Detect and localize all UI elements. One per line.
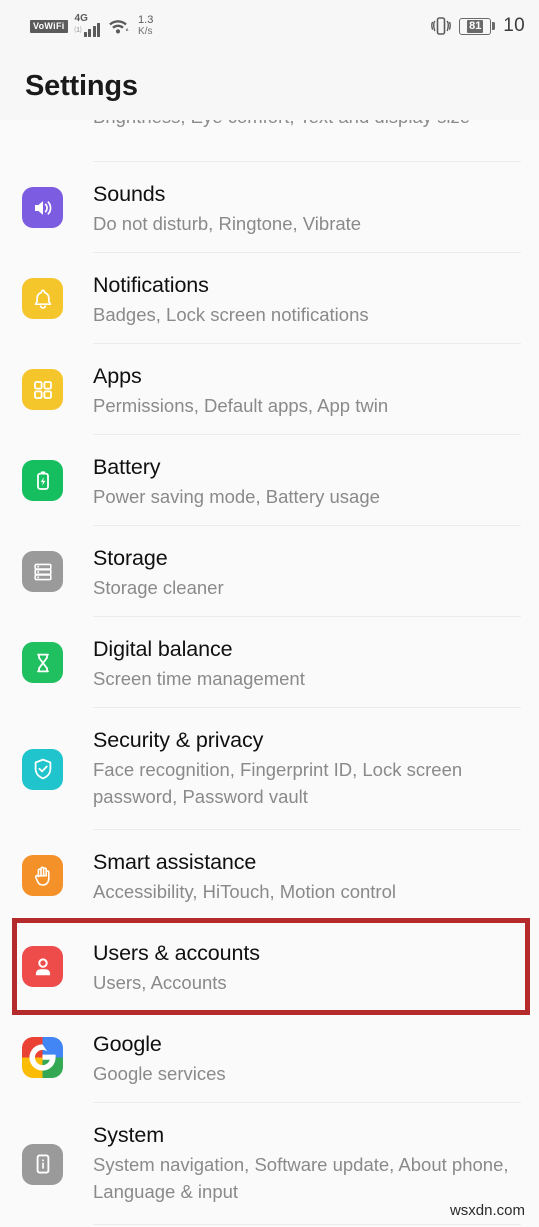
list-item-title: Sounds — [93, 182, 166, 206]
list-item-text-cell: Notifications Badges, Lock screen notific… — [93, 253, 521, 344]
list-item-text-cell: Smart assistance Accessibility, HiTouch, … — [93, 830, 521, 921]
status-bar-right: 81 10 — [431, 15, 525, 37]
list-item-subtitle: Screen time management — [93, 668, 305, 689]
list-item-google[interactable]: Google Google services — [0, 1012, 539, 1103]
list-item-icon-cell — [22, 460, 93, 501]
list-item-title: Notifications — [93, 273, 209, 297]
list-item-subtitle: Accessibility, HiTouch, Motion control — [93, 881, 396, 902]
battery-body: 81 — [459, 17, 492, 35]
list-item-smart-assistance[interactable]: Smart assistance Accessibility, HiTouch, … — [0, 830, 539, 921]
battery-bolt-icon — [22, 460, 63, 501]
list-item-text-cell: Digital balance Screen time management — [93, 617, 521, 708]
battery-icon: 81 — [459, 17, 496, 35]
list-item-subtitle: Face recognition, Fingerprint ID, Lock s… — [93, 759, 463, 807]
list-item-icon-cell — [22, 187, 93, 228]
list-item-title: Storage — [93, 546, 168, 570]
list-item-icon-cell — [22, 278, 93, 319]
list-item-title: Digital balance — [93, 637, 233, 661]
list-item-sounds[interactable]: Sounds Do not disturb, Ringtone, Vibrate — [0, 162, 539, 253]
list-item-icon-cell — [22, 551, 93, 592]
list-item-subtitle: Brightness, Eye comfort, Text and displa… — [93, 120, 470, 128]
status-bar: VoWiFi 4G ⑴ 1.3 K/s 81 10 — [0, 0, 539, 52]
list-item-battery[interactable]: Battery Power saving mode, Battery usage — [0, 435, 539, 526]
list-item-digital-balance[interactable]: Digital balance Screen time management — [0, 617, 539, 708]
list-item-text-cell: Apps Permissions, Default apps, App twin — [93, 344, 521, 435]
list-item-subtitle: Storage cleaner — [93, 577, 224, 598]
list-item-subtitle: Permissions, Default apps, App twin — [93, 395, 389, 416]
shield-check-icon — [22, 748, 63, 790]
battery-percent-label: 81 — [467, 19, 484, 33]
list-item-text-cell: Security & privacy Face recognition, Fing… — [93, 708, 521, 826]
network-type-label: 4G — [74, 13, 88, 24]
storage-stack-icon — [22, 551, 63, 592]
page-title: Settings — [25, 69, 138, 102]
list-item-notifications[interactable]: Notifications Badges, Lock screen notific… — [0, 253, 539, 344]
list-item-apps[interactable]: Apps Permissions, Default apps, App twin — [0, 344, 539, 435]
wifi-icon — [107, 17, 129, 35]
hourglass-icon — [22, 642, 63, 683]
list-item-text-cell: Users & accounts Users, Accounts — [93, 921, 521, 1012]
list-item-text-cell: Google Google services — [93, 1012, 521, 1103]
list-item-text-cell: Sounds Do not disturb, Ringtone, Vibrate — [93, 162, 521, 253]
list-item-title: Smart assistance — [93, 850, 257, 874]
network-sub-label: ⑴ — [74, 27, 82, 34]
list-item-icon-cell — [22, 642, 93, 683]
cellular-signal-icon: 4G ⑴ — [74, 13, 101, 37]
grid-squares-icon — [22, 369, 63, 410]
settings-list[interactable]: Brightness, Eye comfort, Text and displa… — [0, 120, 539, 1225]
list-item-title: Battery — [93, 455, 161, 479]
watermark: wsxdn.com — [449, 1202, 525, 1219]
list-item-icon-cell — [22, 1143, 93, 1185]
list-item-storage[interactable]: Storage Storage cleaner — [0, 526, 539, 617]
network-speed-unit: K/s — [138, 26, 153, 37]
list-item-subtitle: Google services — [93, 1063, 226, 1084]
phone-info-icon — [22, 1143, 63, 1185]
list-item-icon-cell — [22, 855, 93, 896]
bell-icon — [22, 278, 63, 319]
network-speed-indicator: 1.3 K/s — [138, 14, 154, 38]
list-item-title: System — [93, 1123, 165, 1147]
person-icon — [22, 946, 63, 987]
list-item-users-accounts[interactable]: Users & accounts Users, Accounts — [0, 921, 539, 1012]
list-item-icon-cell — [22, 946, 93, 987]
list-item-subtitle: Do not disturb, Ringtone, Vibrate — [93, 213, 362, 234]
status-bar-clock: 10 — [503, 15, 525, 36]
list-item-security-privacy[interactable]: Security & privacy Face recognition, Fing… — [0, 708, 539, 830]
list-item-icon-cell — [22, 1037, 93, 1078]
vowifi-icon: VoWiFi — [30, 19, 68, 33]
hand-icon — [22, 855, 63, 896]
list-item-subtitle: Power saving mode, Battery usage — [93, 486, 380, 507]
list-item-subtitle: Badges, Lock screen notifications — [93, 304, 369, 325]
list-item-title: Users & accounts — [93, 941, 260, 965]
status-bar-left: VoWiFi 4G ⑴ 1.3 K/s — [30, 13, 154, 38]
list-item-subtitle: System navigation, Software update, Abou… — [93, 1154, 509, 1202]
page-header: Settings — [0, 52, 539, 120]
list-item-display-partial[interactable]: Brightness, Eye comfort, Text and displa… — [0, 120, 539, 162]
vibrate-icon — [431, 15, 452, 37]
list-item-text-cell: Storage Storage cleaner — [93, 526, 521, 617]
list-item-text-cell: Battery Power saving mode, Battery usage — [93, 435, 521, 526]
list-item-subtitle: Users, Accounts — [93, 972, 227, 993]
speaker-icon — [22, 187, 63, 228]
list-item-title: Apps — [93, 364, 142, 388]
battery-cap — [492, 22, 496, 30]
list-item-icon-cell — [22, 748, 93, 790]
list-item-title: Security & privacy — [93, 728, 264, 752]
google-g-icon — [22, 1037, 63, 1078]
network-speed-value: 1.3 — [138, 14, 154, 26]
list-item-title: Google — [93, 1032, 162, 1056]
list-item-icon-cell — [22, 369, 93, 410]
list-divider — [93, 1224, 521, 1225]
